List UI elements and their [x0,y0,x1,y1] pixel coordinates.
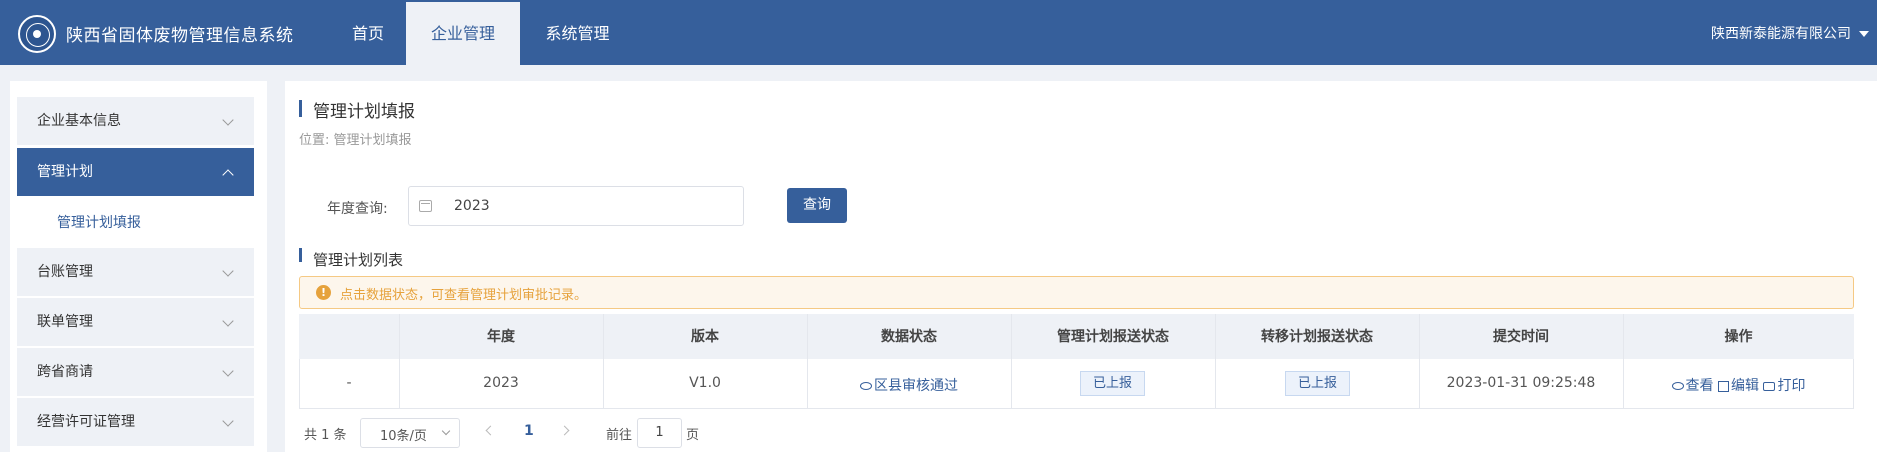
nav-tab-system[interactable]: 系统管理 [530,2,625,65]
nav-tab-home[interactable]: 首页 [335,2,401,65]
print-action[interactable]: 打印 [1763,378,1805,394]
row-actions: 查看 编辑 打印 [1623,375,1854,395]
alert-text: 点击数据状态，可查看管理计划审批记录。 [340,288,588,303]
view-action[interactable]: 查看 [1671,378,1714,394]
row-index: - [346,375,352,391]
chevron-down-icon [222,365,234,377]
column-header: 提交时间 [1493,329,1549,345]
chevron-down-icon [222,265,234,277]
sidebar-item-license[interactable]: 经营许可证管理 [17,398,254,446]
column-header: 年度 [487,329,515,345]
sidebar-item-manifest[interactable]: 联单管理 [17,298,254,346]
eye-icon [1671,382,1684,390]
chevron-up-icon [222,169,234,181]
sidebar-item-label: 跨省商请 [37,364,93,380]
title-accent-bar [299,100,302,117]
edit-icon [1718,380,1729,392]
sidebar-subitem-plan-filing[interactable]: 管理计划填报 [57,212,141,232]
column-header: 操作 [1724,329,1753,345]
company-menu[interactable]: 陕西新泰能源有限公司 [1711,23,1851,43]
transfer-status-badge: 已上报 [1285,371,1351,396]
chevron-down-icon [222,114,234,126]
sidebar-item-label: 经营许可证管理 [37,414,135,430]
app-title: 陕西省固体废物管理信息系统 [66,26,294,46]
column-header: 管理计划报送状态 [1057,329,1169,345]
goto-page-input[interactable]: 1 [637,418,682,448]
pagination-total: 共 1 条 [304,428,347,443]
sidebar-item-ledger[interactable]: 台账管理 [17,248,254,296]
year-filter-label: 年度查询: [327,201,388,217]
column-header: 版本 [691,329,719,345]
goto-label: 前往 [606,428,633,443]
edit-label: 编辑 [1731,378,1759,394]
warning-icon: ! [316,285,331,300]
data-status-link[interactable]: 区县审核通过 [807,375,1011,395]
page-size-value: 10条/页 [380,429,427,444]
print-label: 打印 [1777,378,1806,394]
nav-tab-enterprise[interactable]: 企业管理 [406,2,520,65]
sidebar-item-label: 管理计划 [37,164,93,180]
plan-status-badge: 已上报 [1080,371,1146,396]
page-title: 管理计划填报 [313,102,415,122]
sidebar-item-enterprise-info[interactable]: 企业基本信息 [17,97,254,145]
cell-submit-time: 2023-01-31 09:25:48 [1446,375,1596,391]
edit-action[interactable]: 编辑 [1718,378,1759,394]
cell-year: 2023 [483,375,519,391]
column-header: 数据状态 [881,329,937,345]
chevron-down-icon [222,315,234,327]
section-title: 管理计划列表 [313,251,404,269]
view-label: 查看 [1685,378,1714,394]
cell-version: V1.0 [689,375,721,391]
chevron-down-icon [222,415,234,427]
sidebar-item-label: 台账管理 [37,264,93,280]
page-number-current[interactable]: 1 [524,423,534,439]
sidebar-item-label: 联单管理 [37,314,93,330]
year-picker-value: 2023 [454,198,490,214]
sidebar-item-cross-province[interactable]: 跨省商请 [17,348,254,396]
logo-icon [18,15,56,53]
caret-down-icon[interactable] [1859,31,1869,37]
print-icon [1763,381,1776,391]
section-accent-bar [299,248,302,262]
breadcrumb: 位置: 管理计划填报 [299,133,412,148]
calendar-icon [419,200,432,212]
sidebar-item-management-plan[interactable]: 管理计划 [17,148,254,196]
query-button[interactable]: 查询 [787,188,847,223]
data-status-text: 区县审核通过 [874,378,958,394]
page-suffix-label: 页 [686,428,700,443]
sidebar-item-label: 企业基本信息 [37,113,121,129]
eye-icon [860,382,872,390]
column-header: 转移计划报送状态 [1261,329,1373,345]
